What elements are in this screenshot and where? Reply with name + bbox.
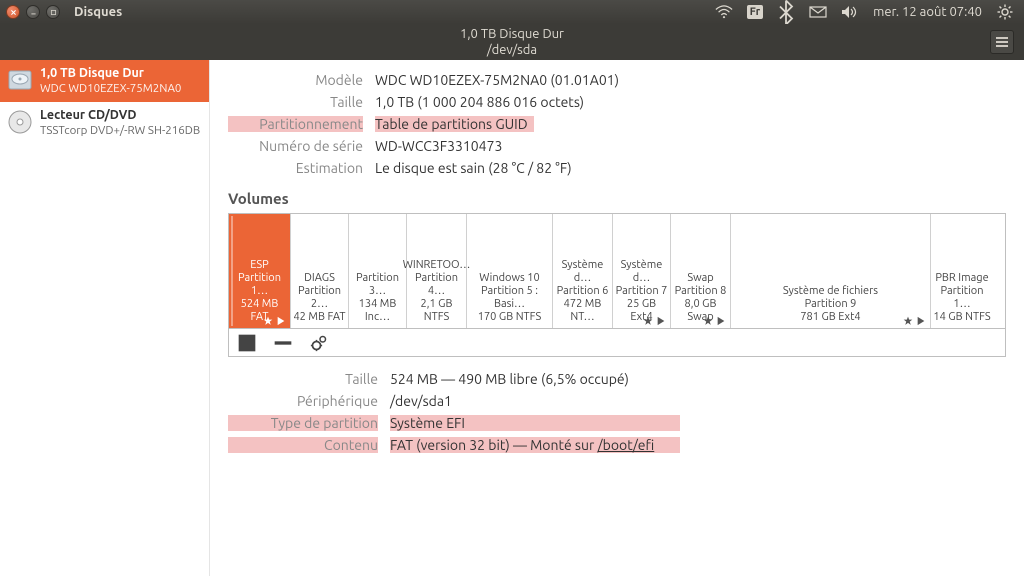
volume-partition-label: Partition 1… [933, 285, 991, 311]
settings-button[interactable] [309, 333, 329, 353]
volume-fs-label: 2,1 GB NTFS [409, 298, 464, 324]
gear-icon[interactable] [996, 3, 1014, 21]
mail-icon[interactable] [809, 3, 827, 21]
mount-point-link[interactable]: /boot/efi [597, 437, 654, 453]
value-model: WDC WD10EZEX-75M2NA0 (01.01A01) [375, 72, 1006, 88]
label-device: Périphérique [228, 393, 378, 409]
volume-partition[interactable]: ESPPartition 1…524 MB FAT [229, 214, 291, 328]
partition-details: Taille 524 MB — 490 MB libre (6,5% occup… [228, 371, 1006, 453]
label-assessment: Estimation [228, 160, 363, 176]
volume-partition[interactable]: PBR ImagePartition 1…14 GB NTFS [931, 214, 993, 328]
volume-title: Système d… [615, 259, 668, 285]
content-pane: Modèle WDC WD10EZEX-75M2NA0 (01.01A01) T… [210, 60, 1024, 576]
volume-title: DIAGS [304, 272, 335, 285]
label-ptype: Type de partition [228, 415, 378, 431]
system-panel: Disques Fr mer. 12 août 07:40 [0, 0, 1024, 24]
device-item-sub: TSSTcorp DVD+/-RW SH-216DB [40, 123, 200, 138]
value-size: 1,0 TB (1 000 204 886 016 octets) [375, 94, 1006, 110]
stop-button[interactable] [237, 333, 257, 353]
volumes-toolbar [228, 329, 1006, 357]
volume-fs-label: 134 MB Inc… [351, 298, 404, 324]
label-size: Taille [228, 94, 363, 110]
volume-title: Système de fichiers [783, 285, 878, 298]
main-split: 1,0 TB Disque Dur WDC WD10EZEX-75M2NA0 L… [0, 60, 1024, 576]
volume-partition[interactable]: Partition 3…134 MB Inc… [349, 214, 407, 328]
volume-partition-label: Partition 4… [409, 272, 464, 298]
keyboard-layout-indicator[interactable]: Fr [747, 5, 764, 19]
wifi-icon[interactable] [715, 3, 733, 21]
window-controls [6, 5, 60, 19]
app-title: Disques [74, 5, 122, 19]
volume-partition-label: Partition 6 [557, 285, 609, 298]
volume-title: PBR Image [935, 272, 988, 285]
device-sidebar: 1,0 TB Disque Dur WDC WD10EZEX-75M2NA0 L… [0, 60, 210, 576]
volume-partition-label: Partition 2… [293, 285, 346, 311]
indicator-area: Fr mer. 12 août 07:40 [715, 3, 1014, 21]
label-model: Modèle [228, 72, 363, 88]
volume-fs-label: 472 MB NT… [555, 298, 610, 324]
volumes-title: Volumes [228, 190, 1006, 207]
volume-partition-label: Partition 7 [616, 285, 668, 298]
bluetooth-icon[interactable] [777, 3, 795, 21]
label-psize: Taille [228, 371, 378, 387]
volume-partition-label: Partition 3… [351, 272, 404, 298]
header-bar: 1,0 TB Disque Dur /dev/sda [0, 24, 1024, 60]
disk-info-grid: Modèle WDC WD10EZEX-75M2NA0 (01.01A01) T… [228, 72, 1006, 176]
header-menu-button[interactable] [990, 30, 1014, 54]
volume-title: Système d… [555, 259, 610, 285]
value-partitioning: Table de partitions GUID [375, 116, 1006, 132]
volume-partition[interactable]: Système d…Partition 725 GB Ext4 [613, 214, 671, 328]
volume-partition-label: Partition 5 : Basi… [469, 285, 550, 311]
volume-fs-label: 14 GB NTFS [933, 311, 990, 324]
volume-partition-label: Partition 9 [805, 298, 857, 311]
header-title-line2: /dev/sda [460, 42, 564, 58]
volume-fs-label: 781 GB Ext4 [800, 311, 860, 324]
volume-title: Windows 10 [479, 272, 539, 285]
value-device: /dev/sda1 [390, 393, 1006, 409]
device-item-name: 1,0 TB Disque Dur [40, 66, 181, 81]
volume-partition[interactable]: DIAGSPartition 2…42 MB FAT [291, 214, 349, 328]
volume-title: WINRETOO… [403, 259, 471, 272]
value-content: FAT (version 32 bit) — Monté sur /boot/e… [390, 437, 1006, 453]
label-content: Contenu [228, 437, 378, 453]
device-item-hdd[interactable]: 1,0 TB Disque Dur WDC WD10EZEX-75M2NA0 [0, 60, 209, 102]
volume-partition-label: Partition 8 [675, 285, 727, 298]
header-title: 1,0 TB Disque Dur /dev/sda [460, 26, 564, 58]
optical-icon [6, 108, 34, 136]
label-serial: Numéro de série [228, 138, 363, 154]
window-close-button[interactable] [6, 5, 20, 19]
volume-partition[interactable]: Windows 10Partition 5 : Basi…170 GB NTFS [467, 214, 553, 328]
volume-title: Swap [687, 272, 713, 285]
device-item-sub: WDC WD10EZEX-75M2NA0 [40, 81, 181, 96]
remove-button[interactable] [273, 333, 293, 353]
value-psize: 524 MB — 490 MB libre (6,5% occupé) [390, 371, 1006, 387]
value-assessment: Le disque est sain (28 °C / 82 °F) [375, 160, 1006, 176]
volume-partition[interactable]: WINRETOO…Partition 4…2,1 GB NTFS [407, 214, 467, 328]
volume-fs-label: 170 GB NTFS [478, 311, 541, 324]
window-minimize-button[interactable] [26, 5, 40, 19]
value-ptype: Système EFI [390, 415, 1006, 431]
clock[interactable]: mer. 12 août 07:40 [873, 5, 982, 19]
volume-partition[interactable]: Système d…Partition 6472 MB NT… [553, 214, 613, 328]
value-serial: WD-WCC3F3310473 [375, 138, 1006, 154]
volume-fs-label: 42 MB FAT [293, 311, 345, 324]
device-item-name: Lecteur CD/DVD [40, 108, 200, 123]
volume-partition[interactable]: Système de fichiersPartition 9781 GB Ext… [731, 214, 931, 328]
sound-icon[interactable] [841, 3, 859, 21]
header-title-line1: 1,0 TB Disque Dur [460, 26, 564, 42]
volume-title: ESP [250, 259, 269, 272]
volume-partition[interactable]: SwapPartition 88,0 GB Swap [671, 214, 731, 328]
label-partitioning: Partitionnement [228, 116, 363, 132]
device-item-optical[interactable]: Lecteur CD/DVD TSSTcorp DVD+/-RW SH-216D… [0, 102, 209, 144]
volumes-strip[interactable]: ESPPartition 1…524 MB FATDIAGSPartition … [228, 213, 1006, 329]
volume-partition-label: Partition 1… [231, 272, 288, 298]
window-maximize-button[interactable] [46, 5, 60, 19]
hdd-icon [6, 66, 34, 94]
